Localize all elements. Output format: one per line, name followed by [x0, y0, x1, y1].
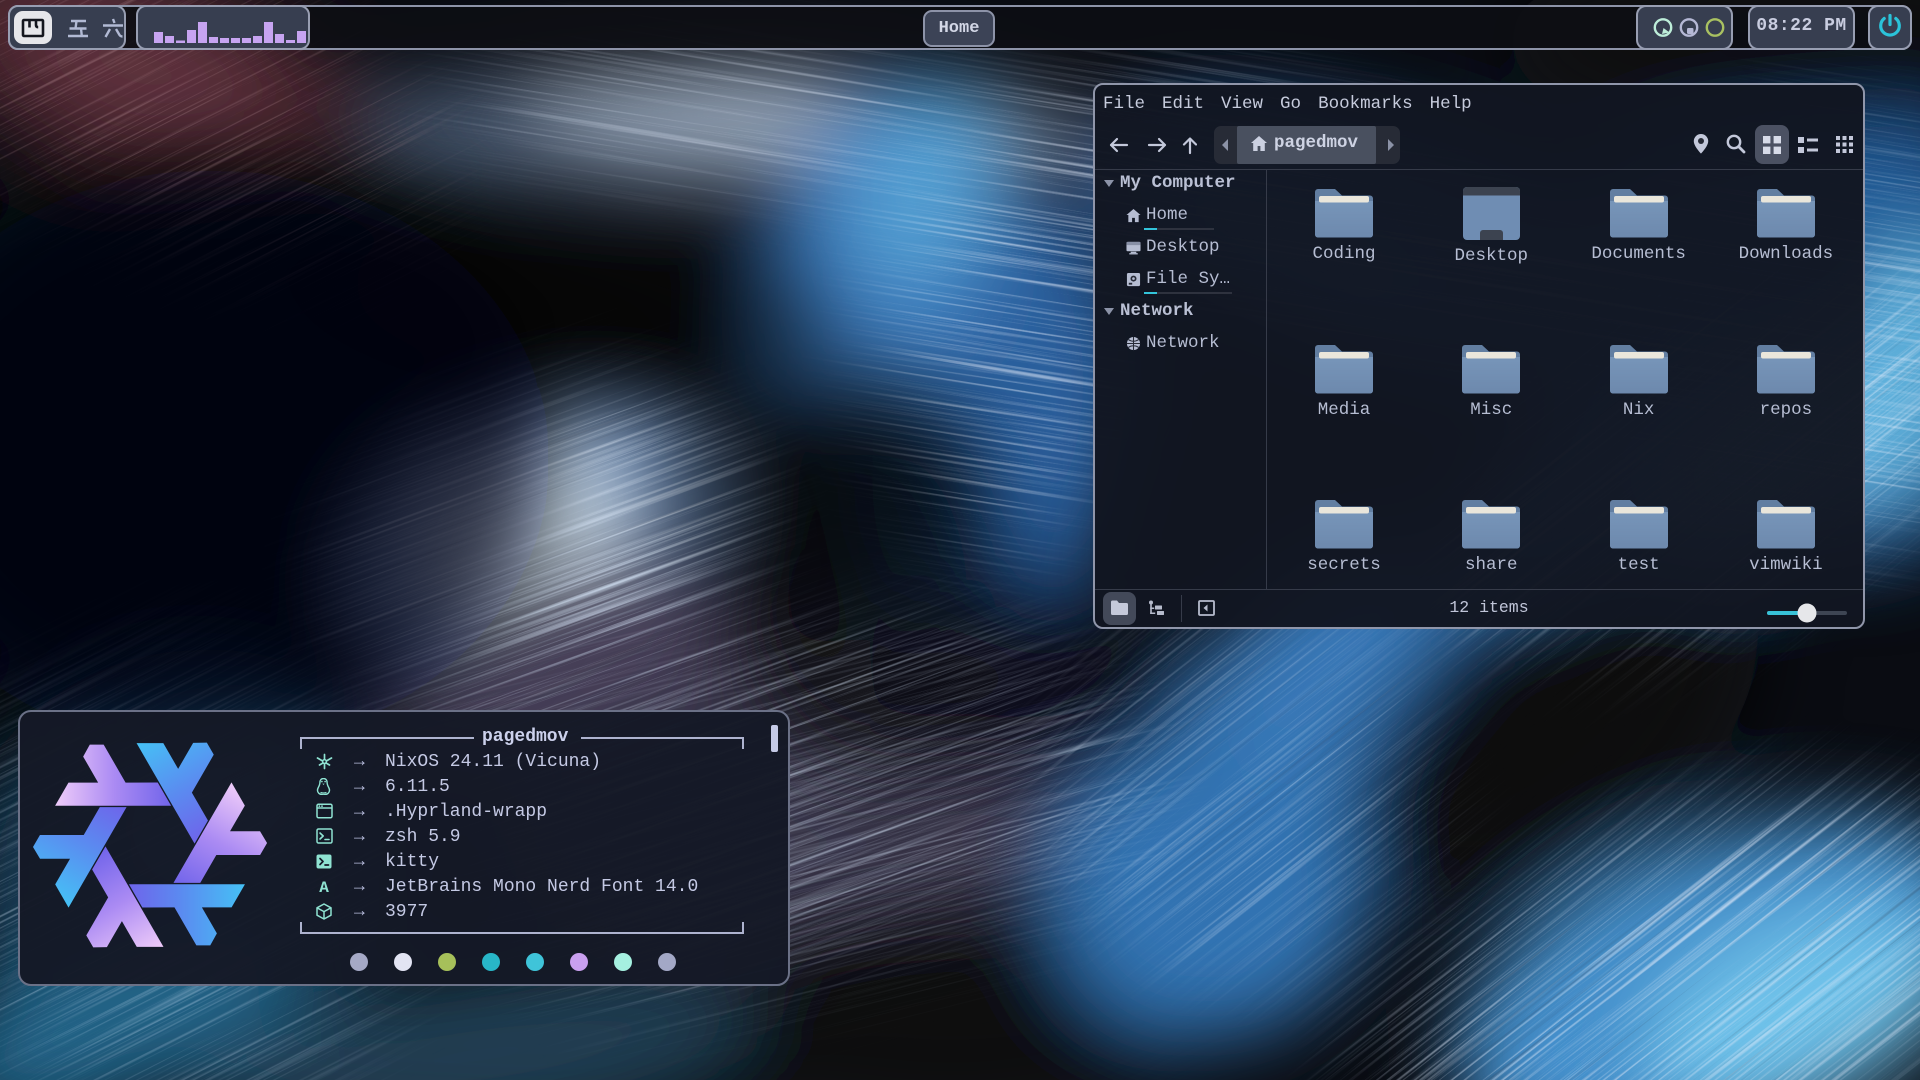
- svg-text:A: A: [319, 879, 329, 895]
